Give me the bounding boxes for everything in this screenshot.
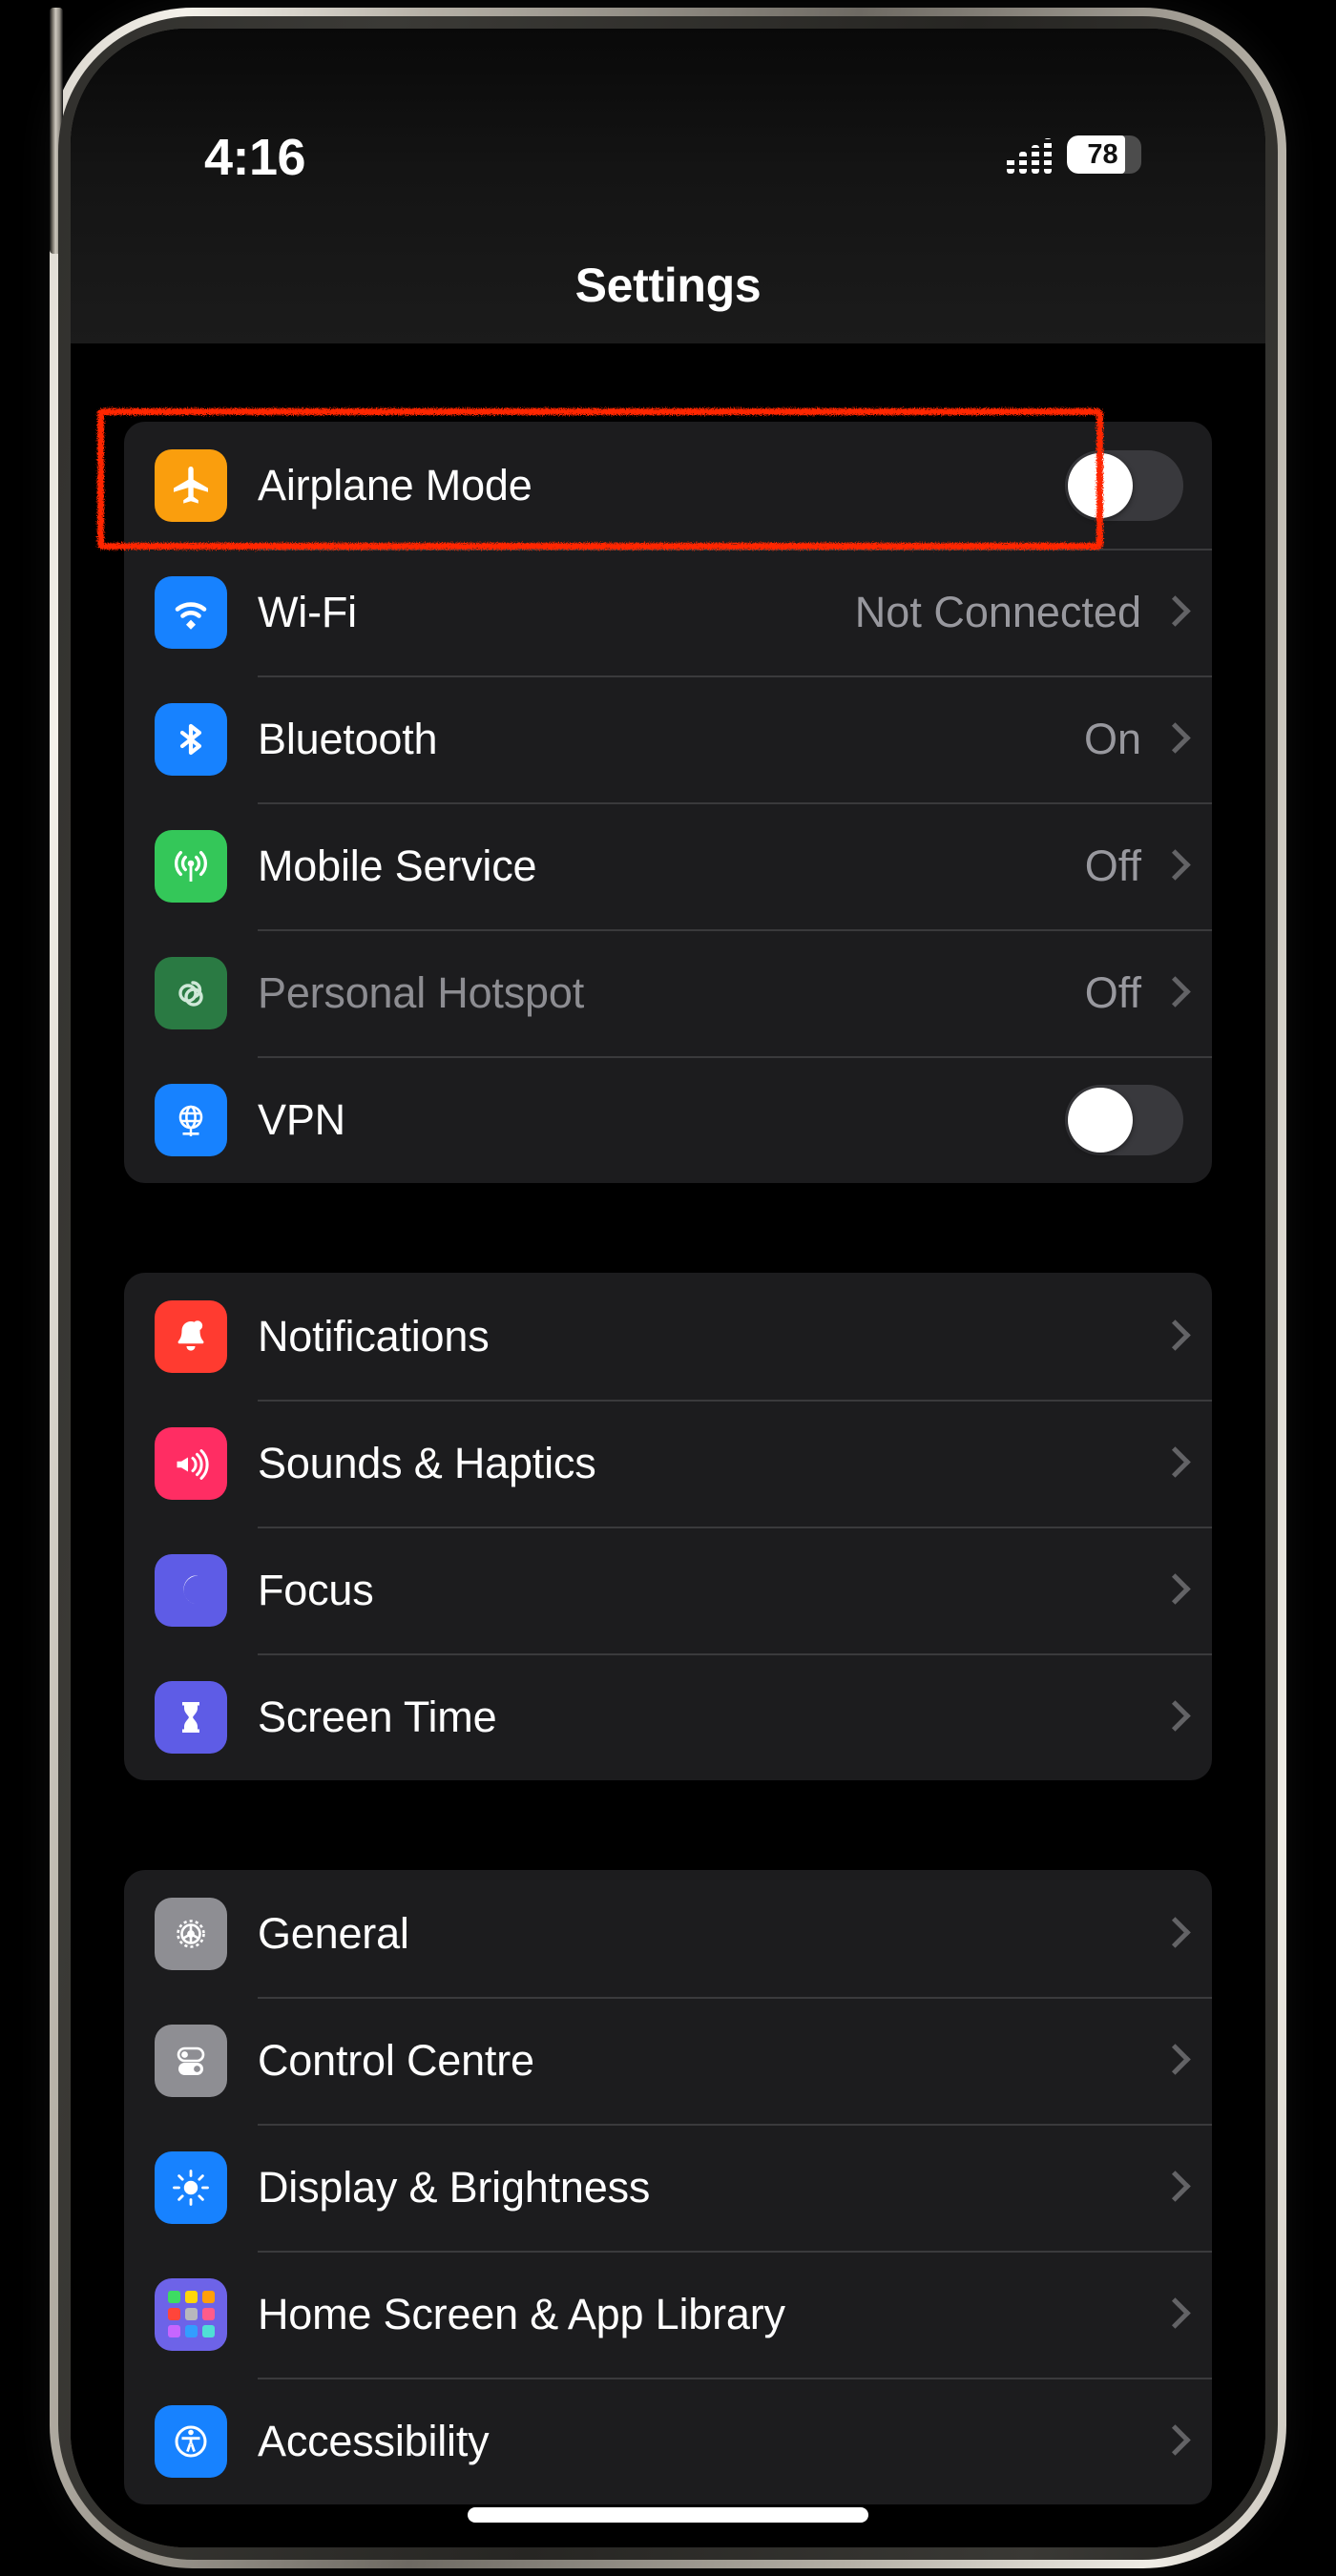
accessibility-icon bbox=[155, 2404, 227, 2478]
home-indicator[interactable] bbox=[468, 2507, 868, 2523]
bell-icon bbox=[155, 1299, 227, 1373]
chevron-right-icon bbox=[1162, 975, 1183, 1011]
settings-row-label: Accessibility bbox=[258, 2416, 490, 2465]
settings-row-value: Off bbox=[1084, 967, 1141, 1017]
screen-bezel: 4:16 78 Settings Airplane Mode Wi-Fi Not… bbox=[71, 29, 1265, 2547]
settings-row-screen-time[interactable]: Screen Time bbox=[124, 1653, 1212, 1780]
chevron-right-icon bbox=[1162, 2170, 1183, 2206]
chevron-right-icon bbox=[1162, 848, 1183, 884]
gear-icon bbox=[155, 1897, 227, 1970]
settings-row-label: Wi-Fi bbox=[258, 587, 357, 636]
status-indicators: 78 bbox=[1007, 135, 1141, 174]
chevron-right-icon bbox=[1162, 1572, 1183, 1609]
settings-row-label: VPN bbox=[258, 1094, 345, 1144]
settings-row-label: Notifications bbox=[258, 1311, 490, 1361]
settings-row-control-centre[interactable]: Control Centre bbox=[124, 1997, 1212, 2124]
settings-group-system: General Control Centre Display & Brightnes… bbox=[124, 1870, 1212, 2504]
brightness-sun-icon bbox=[155, 2150, 227, 2224]
moon-icon bbox=[155, 1553, 227, 1627]
chevron-right-icon bbox=[1162, 1699, 1183, 1735]
speaker-icon bbox=[155, 1426, 227, 1500]
toggle-knob bbox=[1068, 452, 1133, 518]
settings-row-label: Personal Hotspot bbox=[258, 967, 584, 1017]
settings-row-value: Not Connected bbox=[854, 587, 1141, 636]
chevron-right-icon bbox=[1162, 721, 1183, 758]
phone-frame: 4:16 78 Settings Airplane Mode Wi-Fi Not… bbox=[50, 8, 1286, 2568]
battery-icon: 78 bbox=[1067, 135, 1141, 174]
hourglass-icon bbox=[155, 1680, 227, 1754]
settings-row-bluetooth[interactable]: Bluetooth On bbox=[124, 675, 1212, 802]
settings-row-personal-hotspot: Personal Hotspot Off bbox=[124, 929, 1212, 1056]
settings-row-label: Bluetooth bbox=[258, 714, 438, 763]
settings-row-label: Mobile Service bbox=[258, 841, 537, 890]
chevron-right-icon bbox=[1162, 1916, 1183, 1952]
status-time: 4:16 bbox=[204, 129, 306, 186]
settings-list: Airplane Mode Wi-Fi Not Connected Bluetooth… bbox=[71, 343, 1265, 2547]
settings-row-display-brightness[interactable]: Display & Brightness bbox=[124, 2124, 1212, 2251]
page-title: Settings bbox=[574, 259, 762, 312]
settings-row-focus[interactable]: Focus bbox=[124, 1527, 1212, 1653]
settings-row-label: Airplane Mode bbox=[258, 460, 532, 509]
chevron-right-icon bbox=[1162, 594, 1183, 631]
cellular-icon bbox=[155, 829, 227, 903]
settings-row-label: Display & Brightness bbox=[258, 2162, 651, 2212]
settings-row-label: Sounds & Haptics bbox=[258, 1438, 596, 1487]
toggle-knob bbox=[1068, 1087, 1133, 1153]
chevron-right-icon bbox=[1162, 2423, 1183, 2460]
status-bar: 4:16 78 bbox=[71, 124, 1265, 191]
settings-row-label: Control Centre bbox=[258, 2035, 534, 2085]
chevron-right-icon bbox=[1162, 2296, 1183, 2333]
bluetooth-icon bbox=[155, 702, 227, 776]
settings-row-label: General bbox=[258, 1908, 409, 1958]
settings-row-value: Off bbox=[1084, 841, 1141, 890]
settings-row-general[interactable]: General bbox=[124, 1870, 1212, 1997]
phone-screen: 4:16 78 Settings Airplane Mode Wi-Fi Not… bbox=[71, 29, 1265, 2547]
chevron-right-icon bbox=[1162, 1319, 1183, 1355]
settings-row-accessibility[interactable]: Accessibility bbox=[124, 2378, 1212, 2504]
cellular-bars-icon bbox=[1007, 135, 1052, 174]
toggle-switch[interactable] bbox=[1065, 1084, 1183, 1155]
app-grid-icon bbox=[155, 2277, 227, 2351]
airplane-icon bbox=[155, 448, 227, 522]
navigation-header: 4:16 78 Settings bbox=[71, 29, 1265, 343]
settings-group-connectivity: Airplane Mode Wi-Fi Not Connected Bluetooth… bbox=[124, 422, 1212, 1183]
settings-row-label: Screen Time bbox=[258, 1692, 497, 1741]
toggle-switch[interactable] bbox=[1065, 449, 1183, 521]
settings-row-airplane-mode[interactable]: Airplane Mode bbox=[124, 422, 1212, 549]
settings-row-value: On bbox=[1083, 714, 1141, 763]
chevron-right-icon bbox=[1162, 1445, 1183, 1482]
wifi-icon bbox=[155, 575, 227, 649]
settings-row-vpn[interactable]: VPN bbox=[124, 1056, 1212, 1183]
settings-row-notifications[interactable]: Notifications bbox=[124, 1273, 1212, 1400]
settings-row-label: Focus bbox=[258, 1565, 374, 1614]
chevron-right-icon bbox=[1162, 2043, 1183, 2079]
toggles-icon bbox=[155, 2024, 227, 2097]
settings-group-alerts: Notifications Sounds & Haptics Focus Screen… bbox=[124, 1273, 1212, 1780]
settings-row-mobile-service[interactable]: Mobile Service Off bbox=[124, 802, 1212, 929]
hotspot-link-icon bbox=[155, 956, 227, 1029]
settings-row-sounds-haptics[interactable]: Sounds & Haptics bbox=[124, 1400, 1212, 1527]
settings-row-label: Home Screen & App Library bbox=[258, 2289, 785, 2338]
settings-row-wi-fi[interactable]: Wi-Fi Not Connected bbox=[124, 549, 1212, 675]
battery-percent-label: 78 bbox=[1087, 138, 1118, 170]
settings-row-home-screen-app-library[interactable]: Home Screen & App Library bbox=[124, 2251, 1212, 2378]
vpn-globe-icon bbox=[155, 1083, 227, 1156]
